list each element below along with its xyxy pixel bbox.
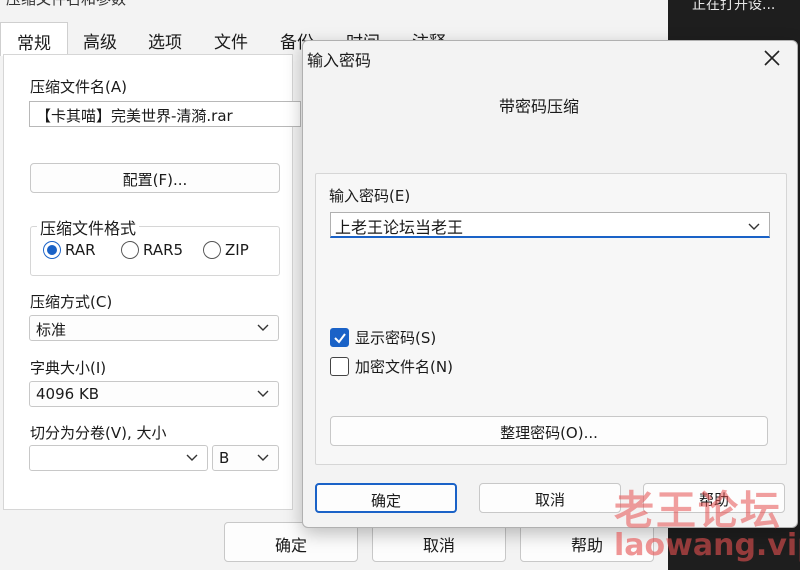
chevron-down-icon	[256, 450, 270, 464]
password-input[interactable]: 上老王论坛当老王	[330, 212, 770, 238]
background-app-text: 正在打开设...	[692, 0, 776, 13]
radio-icon	[121, 241, 139, 259]
format-zip-option[interactable]: ZIP	[203, 241, 249, 259]
chevron-down-icon[interactable]	[747, 218, 761, 232]
watermark-url: laowang.vip	[614, 528, 800, 563]
format-rar-label: RAR	[65, 241, 96, 259]
profiles-button[interactable]: 配置(F)...	[30, 163, 280, 193]
chevron-down-icon	[256, 386, 270, 400]
tab-options[interactable]: 选项	[132, 22, 198, 54]
tab-general[interactable]: 常规	[0, 22, 68, 56]
dialog-ok-button[interactable]: 确定	[315, 483, 457, 513]
window-title: 压缩文件名和参数	[0, 0, 300, 12]
archive-format-group: 压缩文件格式 RAR RAR5 ZIP	[30, 215, 280, 276]
split-size-select[interactable]	[29, 445, 208, 471]
chevron-down-icon	[185, 450, 199, 464]
chevron-down-icon	[256, 320, 270, 334]
checkbox-icon	[330, 357, 349, 376]
split-unit-value: B	[219, 449, 230, 467]
encrypt-filenames-checkbox[interactable]: 加密文件名(N)	[330, 356, 453, 377]
radio-icon	[203, 241, 221, 259]
organize-passwords-button[interactable]: 整理密码(O)...	[330, 416, 768, 446]
split-unit-select[interactable]: B	[212, 445, 279, 471]
method-value: 标准	[36, 321, 67, 339]
format-rar-option[interactable]: RAR	[43, 241, 96, 259]
close-icon[interactable]	[763, 49, 781, 67]
dialog-header: 带密码压缩	[499, 97, 580, 116]
dialog-cancel-button[interactable]: 取消	[479, 483, 621, 513]
password-dialog: 输入密码 带密码压缩 输入密码(E) 上老王论坛当老王 显示密码(S) 加密文件…	[302, 40, 798, 528]
encrypt-filenames-label: 加密文件名(N)	[355, 358, 453, 376]
format-rar5-label: RAR5	[143, 241, 184, 259]
ok-button[interactable]: 确定	[224, 522, 358, 562]
archive-name-label: 压缩文件名(A)	[30, 78, 127, 96]
tab-files[interactable]: 文件	[198, 22, 264, 54]
cancel-button[interactable]: 取消	[372, 522, 506, 562]
tab-advanced[interactable]: 高级	[68, 22, 132, 54]
dialog-title: 输入密码	[307, 51, 372, 70]
show-password-checkbox[interactable]: 显示密码(S)	[330, 327, 436, 348]
format-rar5-option[interactable]: RAR5	[121, 241, 183, 259]
radio-selected-icon	[43, 241, 61, 259]
password-value: 上老王论坛当老王	[335, 218, 464, 237]
method-label: 压缩方式(C)	[30, 293, 113, 311]
dict-size-select[interactable]: 4096 KB	[29, 381, 279, 407]
method-select[interactable]: 标准	[29, 315, 279, 341]
checkbox-checked-icon	[330, 328, 349, 347]
archive-format-title: 压缩文件格式	[37, 215, 140, 239]
password-label: 输入密码(E)	[329, 187, 411, 205]
dict-size-label: 字典大小(I)	[30, 359, 107, 377]
dict-size-value: 4096 KB	[36, 385, 100, 403]
split-volumes-label: 切分为分卷(V), 大小	[30, 424, 167, 442]
show-password-label: 显示密码(S)	[355, 329, 437, 347]
archive-name-field[interactable]: 【卡其喵】完美世界-清漪.rar	[29, 101, 301, 127]
format-zip-label: ZIP	[225, 241, 249, 259]
